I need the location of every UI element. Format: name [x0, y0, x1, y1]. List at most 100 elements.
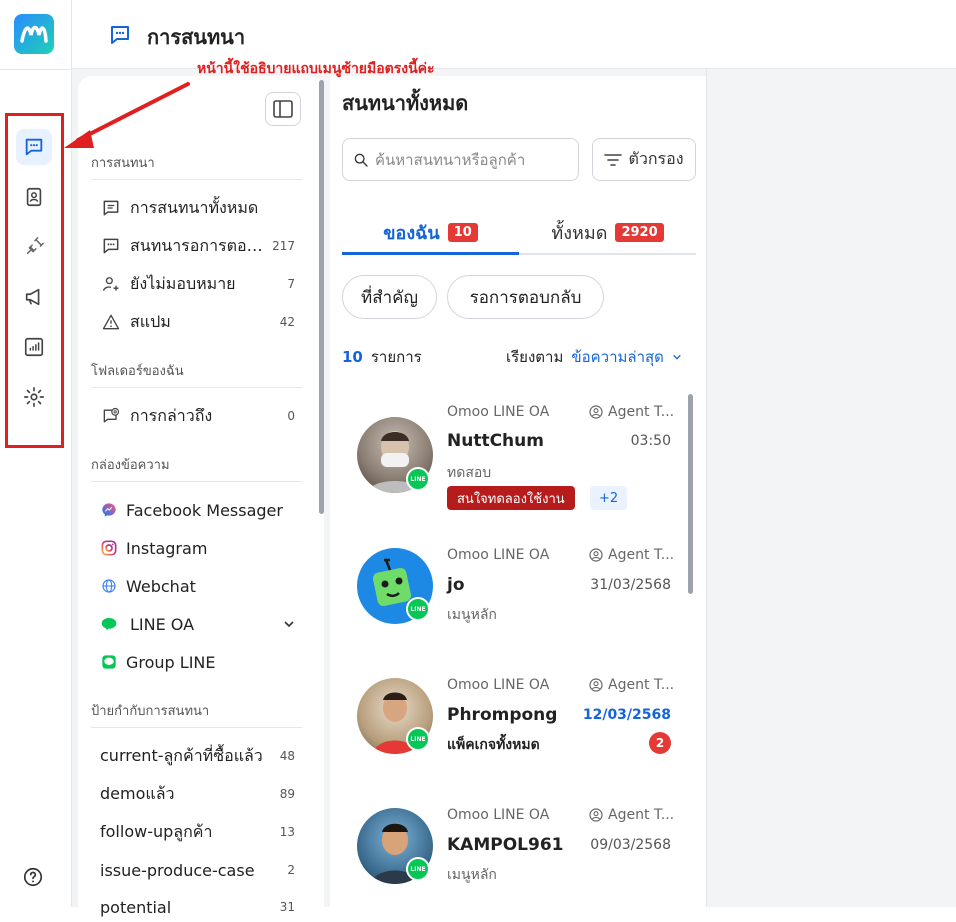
nav-label-follow-up[interactable]: follow-upลูกค้า 13	[100, 817, 295, 847]
nav-label: Instagram	[126, 538, 208, 558]
search-icon	[354, 153, 368, 167]
nav-label-issue[interactable]: issue-produce-case 2	[100, 855, 295, 885]
nav-label-demo[interactable]: demoแล้ว 89	[100, 779, 295, 809]
nav-label: demoแล้ว	[100, 783, 175, 803]
sidebar-scrollbar[interactable]	[319, 80, 324, 514]
line-badge: LINE	[406, 727, 430, 751]
logo-icon	[20, 25, 48, 43]
tab-label: ของฉัน	[383, 222, 440, 244]
nav-label: current-ลูกค้าที่ซื้อแล้ว	[100, 745, 263, 765]
nav-label: ยังไม่มอบหมาย	[130, 273, 236, 293]
user-circle-icon	[589, 678, 603, 692]
last-message: ทดสอบ	[447, 465, 492, 481]
nav-label: potential	[100, 897, 172, 917]
list-title: สนทนาทั้งหมด	[342, 91, 469, 115]
line-badge: LINE	[406, 857, 430, 881]
agent-name: Agent T...	[608, 547, 675, 563]
nav-label: การสนทนาทั้งหมด	[130, 197, 259, 217]
help-button[interactable]	[22, 866, 44, 888]
assigned-agent: Agent T...	[588, 547, 674, 563]
nav-count: 31	[279, 900, 295, 914]
message-lines-icon	[100, 197, 122, 219]
assigned-agent: Agent T...	[588, 404, 674, 420]
conversation-card[interactable]: LINE Omoo LINE OA Agent T... jo 31/03/25…	[350, 544, 680, 664]
app-logo[interactable]	[14, 14, 54, 54]
result-count-number: 10	[342, 348, 363, 366]
line-badge: LINE	[406, 597, 430, 621]
result-count-label: รายการ	[370, 348, 422, 366]
nav-label: สแปม	[130, 311, 171, 331]
sort-value: ข้อความล่าสุด	[571, 348, 664, 366]
sort-control[interactable]: เรียงตาม ข้อความล่าสุด	[506, 345, 682, 369]
user-circle-icon	[589, 808, 603, 822]
tab-badge: 2920	[615, 222, 664, 242]
contact-name: Phrompong	[447, 705, 558, 725]
warning-icon	[100, 311, 122, 333]
contact-name: KAMPOL961	[447, 835, 564, 855]
nav-label: Facebook Messager	[126, 500, 283, 520]
filter-icon	[604, 153, 623, 166]
conversation-tag: สนใจทดลองใช้งาน	[447, 486, 575, 510]
nav-unassigned[interactable]: ยังไม่มอบหมาย 7	[100, 269, 295, 299]
help-icon	[23, 867, 43, 887]
nav-label-current[interactable]: current-ลูกค้าที่ซื้อแล้ว 48	[100, 741, 295, 771]
nav-label: สนทนารอการตอบกลับ	[130, 235, 267, 255]
nav-label-potential[interactable]: potential 31	[100, 892, 295, 922]
annotation-highlight-box	[5, 113, 64, 448]
messenger-icon	[100, 499, 118, 521]
user-circle-icon	[589, 548, 603, 562]
list-scrollbar[interactable]	[688, 394, 693, 594]
sidebar-toggle-icon	[273, 100, 293, 118]
chip-awaiting-reply[interactable]: รอการตอบกลับ	[447, 275, 604, 319]
more-tags-badge[interactable]: +2	[590, 486, 628, 510]
nav-inbox-facebook[interactable]: Facebook Messager	[100, 495, 295, 525]
conversation-source: Omoo LINE OA	[447, 547, 550, 563]
nav-all-conversations[interactable]: การสนทนาทั้งหมด	[100, 193, 295, 223]
section-title-labels: ป้ายกำกับการสนทนา	[91, 704, 210, 719]
agent-name: Agent T...	[608, 677, 675, 693]
user-add-icon	[100, 273, 122, 295]
line-badge: LINE	[406, 467, 430, 491]
nav-count: 48	[279, 749, 295, 763]
chip-important[interactable]: ที่สำคัญ	[342, 275, 437, 319]
nav-spam[interactable]: สแปม 42	[100, 307, 295, 337]
collapse-sidebar-button[interactable]	[265, 92, 301, 126]
nav-inbox-webchat[interactable]: Webchat	[100, 571, 295, 601]
last-message-time: 31/03/2568	[590, 577, 671, 593]
nav-inbox-line-oa[interactable]: LINE OA	[100, 609, 295, 639]
line-group-icon	[100, 651, 118, 673]
nav-count: 42	[279, 315, 295, 329]
conversation-source: Omoo LINE OA	[447, 677, 550, 693]
agent-name: Agent T...	[608, 807, 675, 823]
conversation-card[interactable]: LINE Omoo LINE OA Agent T... NuttChum 03…	[350, 400, 680, 530]
tab-mine[interactable]: ของฉัน 10	[342, 210, 519, 254]
tab-all[interactable]: ทั้งหมด 2920	[519, 210, 696, 254]
filter-button[interactable]: ตัวกรอง	[592, 138, 696, 181]
detail-pane	[706, 69, 956, 907]
user-circle-icon	[589, 405, 603, 419]
rail-divider	[0, 69, 72, 70]
tab-badge: 10	[447, 222, 478, 242]
annotation-arrow-icon	[64, 82, 190, 148]
nav-count: 217	[272, 239, 295, 253]
nav-inbox-instagram[interactable]: Instagram	[100, 533, 295, 563]
nav-awaiting-reply[interactable]: สนทนารอการตอบกลับ 217	[100, 231, 295, 261]
search-input[interactable]	[375, 150, 575, 169]
tab-label: ทั้งหมด	[551, 222, 608, 244]
nav-inbox-group-line[interactable]: Group LINE	[100, 647, 295, 677]
chevron-down-icon[interactable]	[283, 615, 295, 634]
nav-label: Webchat	[126, 576, 196, 596]
nav-label: Group LINE	[126, 652, 216, 672]
divider	[91, 481, 302, 482]
tab-active-indicator	[342, 252, 519, 255]
nav-count: 0	[287, 409, 295, 423]
search-box[interactable]	[342, 138, 579, 181]
nav-mentions[interactable]: การกล่าวถึง 0	[100, 401, 295, 431]
result-count: 10 รายการ	[342, 345, 422, 369]
conversation-card[interactable]: LINE Omoo LINE OA Agent T... Phrompong 1…	[350, 674, 680, 794]
last-message: แพ็คเกจทั้งหมด	[447, 737, 540, 753]
conversation-source: Omoo LINE OA	[447, 807, 550, 823]
conversation-card[interactable]: LINE Omoo LINE OA Agent T... KAMPOL961 0…	[350, 804, 680, 907]
unread-badge: 2	[649, 732, 671, 754]
nav-label: follow-upลูกค้า	[100, 821, 213, 841]
